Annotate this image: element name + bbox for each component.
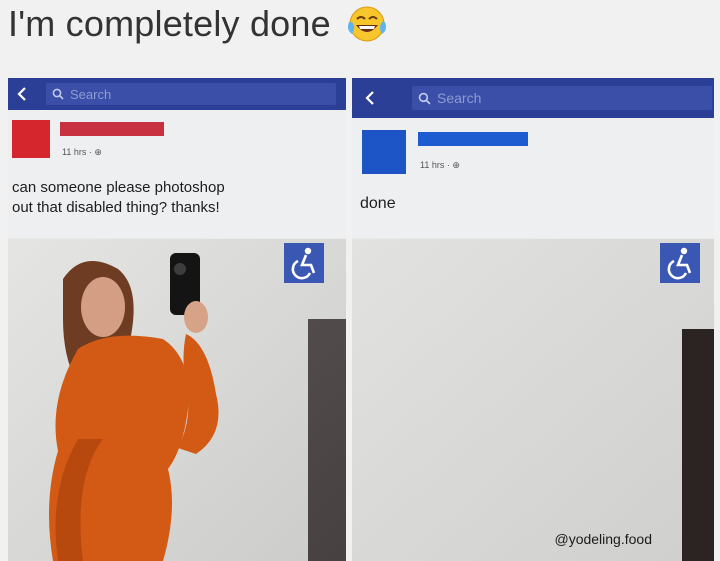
left-screenshot-panel: Search 11 hrs · ⊕ can someone please pho… [8, 78, 346, 561]
search-placeholder: Search [437, 90, 482, 106]
laughing-crying-emoji-icon [347, 6, 386, 42]
post-caption: can someone please photoshop out that di… [12, 178, 225, 218]
watermark-credit: @yodeling.food [554, 531, 652, 547]
right-post-header: 11 hrs · ⊕ done [352, 118, 714, 238]
right-navbar: Search [352, 78, 714, 118]
redacted-name-bar[interactable] [418, 132, 528, 146]
avatar[interactable] [12, 120, 50, 158]
redacted-name-bar[interactable] [60, 122, 164, 136]
post-photo[interactable] [8, 239, 346, 561]
accessible-symbol-icon [660, 243, 700, 283]
accessible-symbol-icon [284, 243, 324, 283]
meme-title: I'm completely done [8, 2, 389, 46]
back-arrow-icon[interactable] [8, 78, 36, 110]
meme-title-text: I'm completely done [8, 3, 331, 44]
search-icon [418, 92, 431, 105]
search-placeholder: Search [70, 86, 112, 102]
back-arrow-icon[interactable] [352, 78, 388, 118]
post-meta: 11 hrs · ⊕ [62, 147, 102, 157]
photo-edited [352, 239, 714, 561]
post-caption-line: can someone please photoshop [12, 179, 225, 196]
post-photo-edited[interactable]: @yodeling.food [352, 239, 714, 561]
post-meta: 11 hrs · ⊕ [420, 160, 460, 170]
right-search-input[interactable]: Search [412, 86, 712, 110]
left-search-input[interactable]: Search [46, 83, 336, 105]
post-caption: done [360, 195, 396, 212]
left-navbar: Search [8, 78, 346, 110]
right-screenshot-panel: Search 11 hrs · ⊕ done @yodeling.food [352, 78, 714, 561]
search-icon [52, 88, 64, 100]
avatar[interactable] [362, 130, 406, 174]
post-caption-line: out that disabled thing? thanks! [12, 199, 220, 216]
photo-original [8, 239, 346, 561]
left-post-header: 11 hrs · ⊕ can someone please photoshop … [8, 110, 346, 238]
